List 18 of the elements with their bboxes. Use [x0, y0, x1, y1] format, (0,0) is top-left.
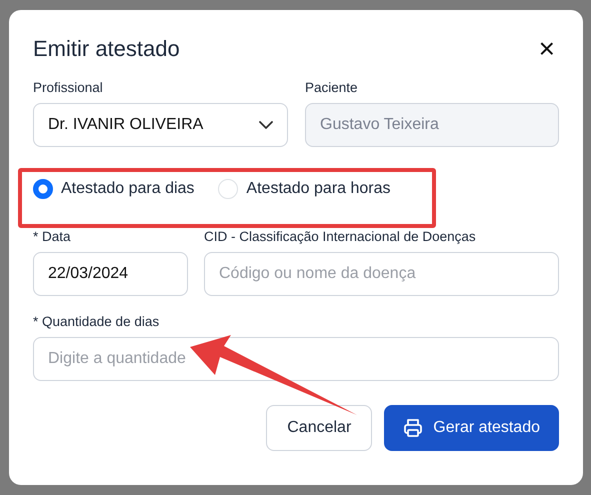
cancel-button[interactable]: Cancelar [266, 405, 372, 451]
field-label: * Data [33, 229, 72, 245]
field-label: CID - Classificação Internacional de Doenças [204, 229, 477, 245]
date-field[interactable]: 22/03/2024 [33, 252, 188, 296]
field-label: Profissional [33, 80, 104, 96]
close-button[interactable]: × [534, 35, 559, 63]
printer-icon [403, 418, 424, 438]
disease-code-field[interactable]: Código ou nome da doença [204, 252, 559, 296]
dialog-title: Emitir atestado [33, 35, 180, 63]
chevron-down-icon [259, 121, 273, 129]
radio-label: Atestado para dias [61, 179, 194, 199]
quantity-field[interactable]: Digite a quantidade [33, 337, 559, 381]
professional-select[interactable]: Dr. IVANIR OLIVEIRA [33, 103, 288, 147]
field-label: Paciente [305, 80, 359, 96]
radio-button[interactable] [33, 179, 53, 199]
generate-button[interactable]: Gerar atestado [384, 405, 559, 451]
field-label: * Quantidade de dias [33, 314, 160, 330]
radio-label: Atestado para horas [246, 179, 391, 199]
